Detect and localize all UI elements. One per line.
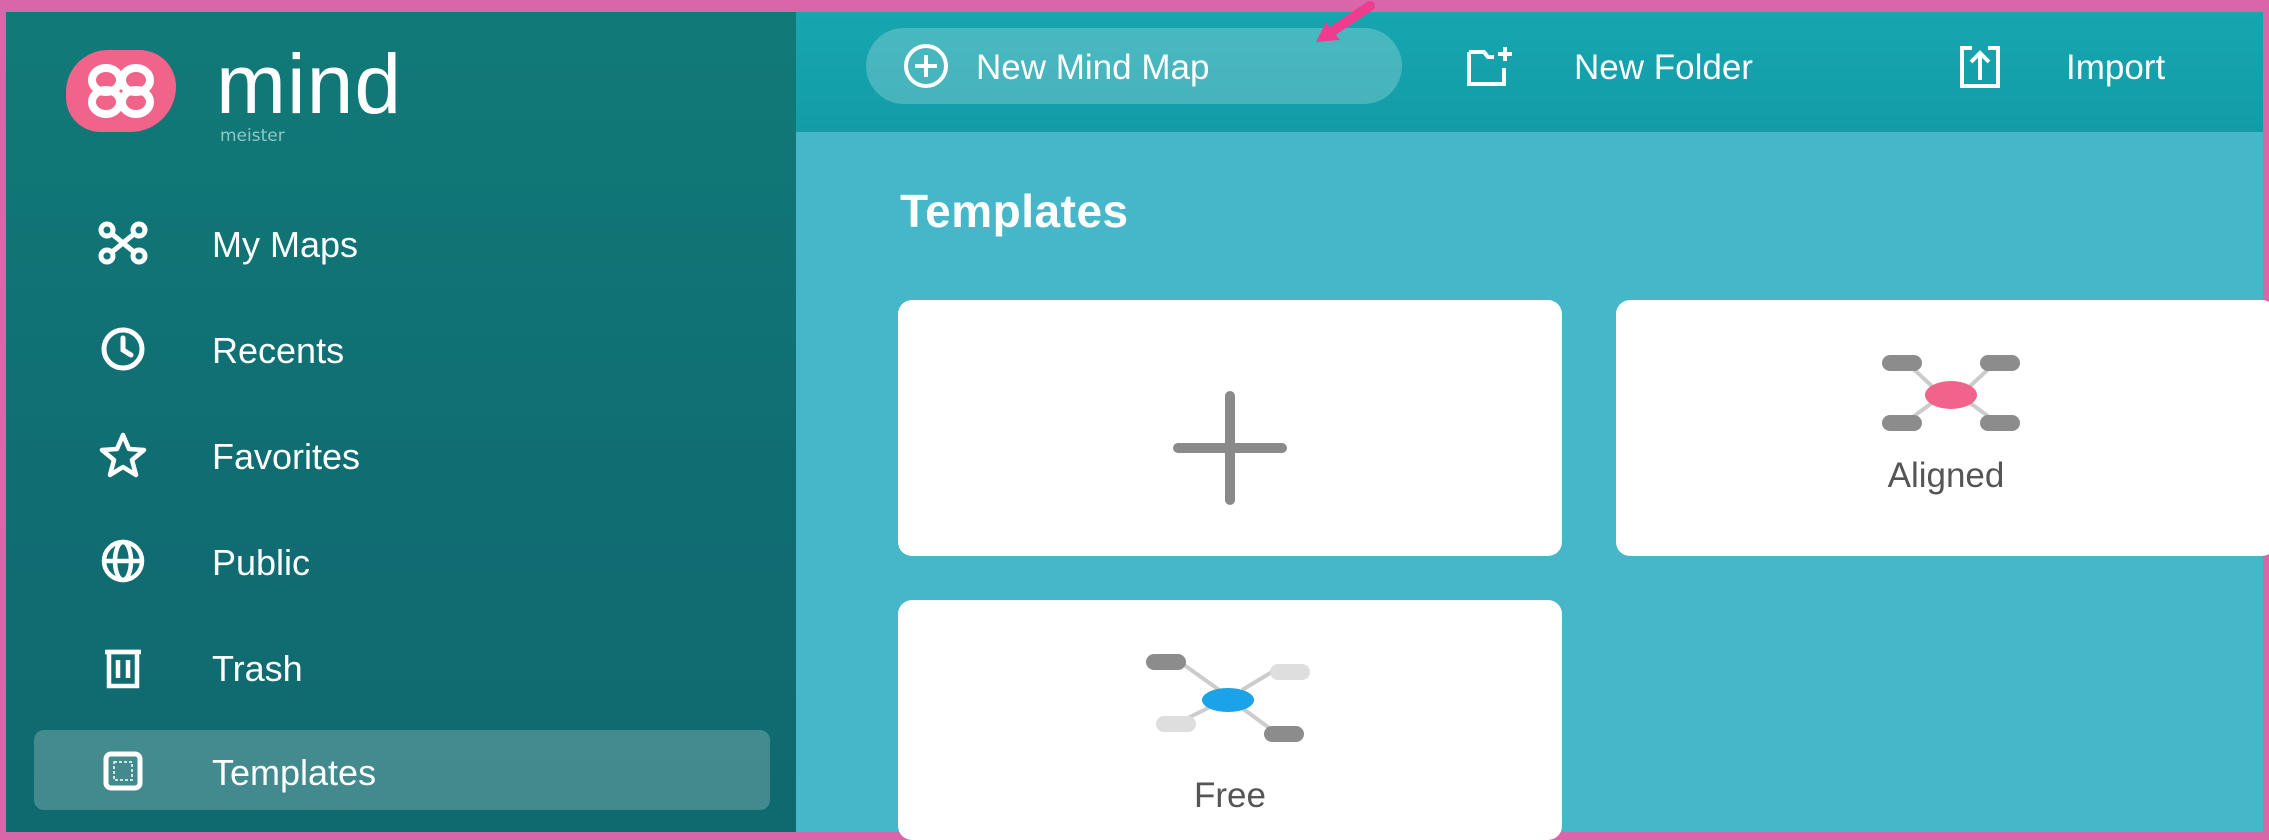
- mindmeister-logo-icon: [66, 50, 176, 132]
- sidebar-item-templates[interactable]: Templates: [34, 730, 770, 810]
- import-label: Import: [2066, 48, 2166, 87]
- free-map-icon: [1142, 650, 1312, 754]
- template-icon: [98, 746, 148, 796]
- sidebar-item-public[interactable]: Public: [34, 520, 770, 600]
- plus-icon: [1170, 388, 1290, 512]
- logo-subtitle: meister: [220, 126, 285, 146]
- main-content: Templates Aligned Free: [796, 132, 2269, 840]
- template-card-blank[interactable]: [898, 300, 1562, 556]
- new-folder-icon: [1466, 42, 1514, 90]
- page-title: Templates: [900, 185, 1129, 237]
- sidebar-item-my-maps[interactable]: My Maps: [34, 202, 770, 282]
- annotation-arrow-icon: [1316, 1, 1375, 42]
- sidebar: mind meister My Maps Recents Favorites P…: [6, 12, 796, 832]
- template-card-label: Aligned: [1887, 456, 2005, 495]
- top-toolbar: New Mind Map New Folder Import: [796, 12, 2263, 132]
- template-card-aligned[interactable]: Aligned: [1616, 300, 2269, 556]
- sidebar-item-label: Favorites: [212, 436, 361, 477]
- trash-icon: [98, 642, 148, 692]
- sidebar-item-favorites[interactable]: Favorites: [34, 414, 770, 494]
- logo[interactable]: mind meister: [66, 37, 486, 146]
- import-icon: [1956, 42, 2004, 90]
- plus-circle-icon: [902, 42, 950, 90]
- new-folder-label: New Folder: [1574, 48, 1753, 87]
- mind-map-icon: [98, 218, 148, 268]
- logo-wordmark: mind: [216, 37, 403, 131]
- sidebar-item-label: Public: [212, 542, 311, 583]
- screenshot-frame-top: [0, 0, 2269, 12]
- new-mind-map-label: New Mind Map: [976, 48, 1210, 87]
- sidebar-item-label: Recents: [212, 330, 345, 371]
- clock-icon: [98, 324, 148, 374]
- import-button[interactable]: Import: [1956, 28, 2256, 104]
- template-card-label: Free: [1194, 776, 1266, 815]
- new-folder-button[interactable]: New Folder: [1466, 28, 1856, 104]
- template-card-free[interactable]: Free: [898, 600, 1562, 840]
- sidebar-item-label: Trash: [212, 648, 303, 689]
- sidebar-item-recents[interactable]: Recents: [34, 308, 770, 388]
- sidebar-item-label: My Maps: [212, 224, 359, 265]
- star-icon: [98, 430, 148, 480]
- sidebar-item-label: Templates: [212, 752, 377, 793]
- aligned-map-icon: [1876, 352, 2026, 446]
- globe-icon: [98, 536, 148, 586]
- sidebar-item-trash[interactable]: Trash: [34, 626, 770, 706]
